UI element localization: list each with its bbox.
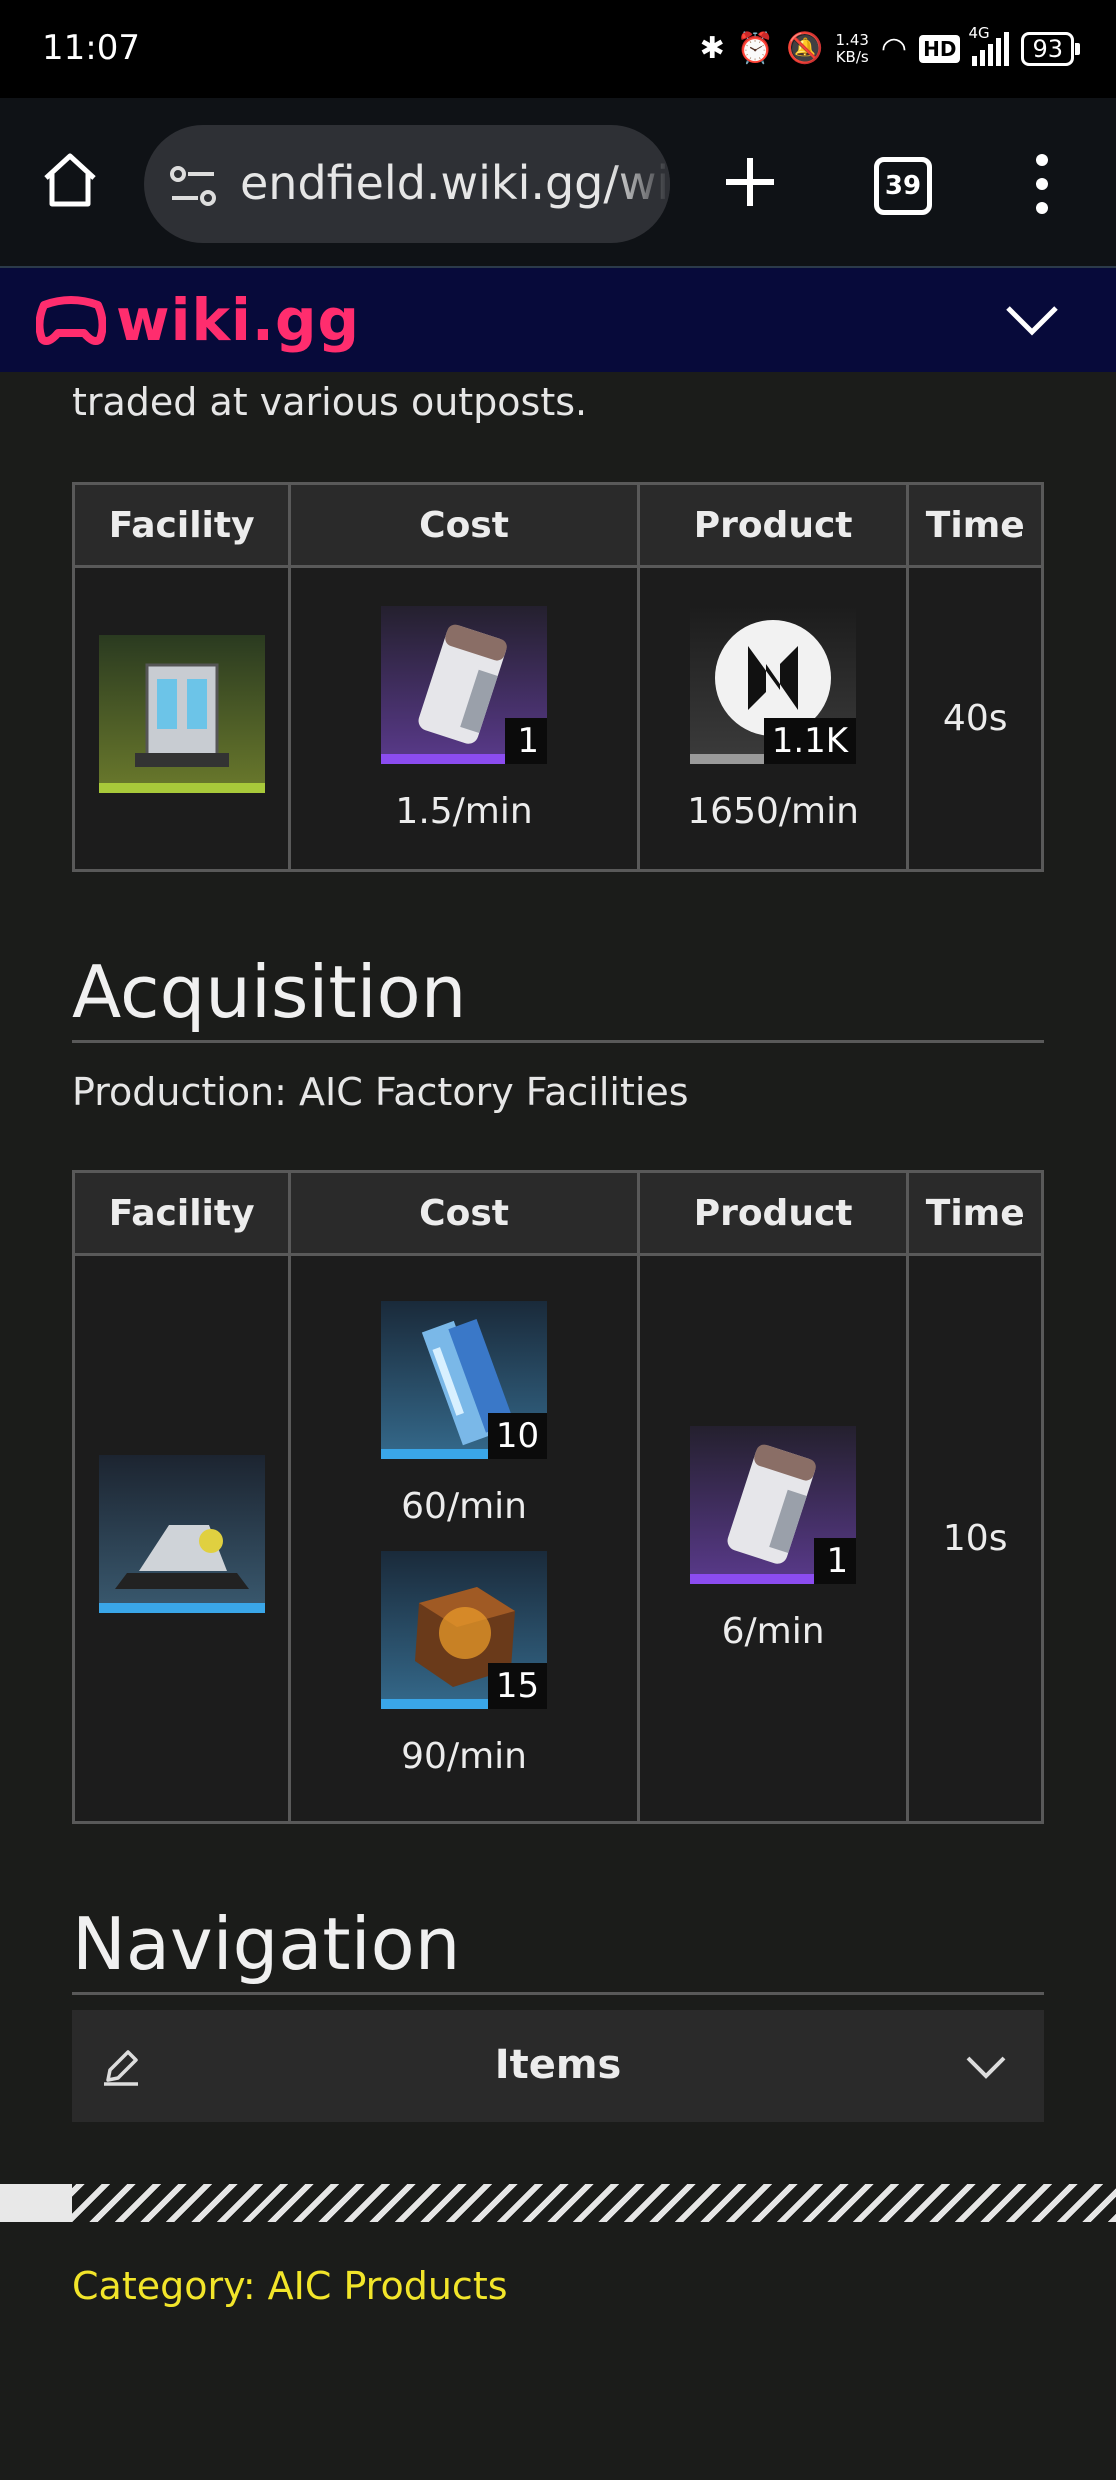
wiki-wordmark: wiki.gg: [116, 286, 360, 354]
bluetooth-icon: ✱: [699, 31, 725, 66]
url-text: endfield.wiki.gg/wiki: [240, 156, 670, 210]
acquisition-subline: Production: AIC Factory Facilities: [72, 1070, 689, 1114]
footer-stripe-block: [0, 2184, 72, 2222]
status-icons: ✱ ⏰ 🔕 1.43 KB/s ◠ HD 4G 93: [699, 24, 1080, 72]
time-cell: 40s: [906, 565, 1044, 872]
header-product: Product: [636, 1170, 910, 1256]
chevron-down-icon[interactable]: [964, 2054, 1008, 2082]
intro-text: traded at various outposts.: [72, 380, 588, 424]
table-header-row: Facility Cost Product Time: [71, 1170, 1044, 1256]
header-time: Time: [906, 1170, 1044, 1256]
product-cell: 1.1K 1650/min: [636, 565, 910, 872]
cost-item-icon-1[interactable]: 10: [381, 1300, 548, 1459]
browser-toolbar: endfield.wiki.gg/wiki 39: [0, 98, 1116, 268]
header-cost: Cost: [288, 482, 640, 568]
more-menu-icon[interactable]: [1030, 152, 1054, 216]
site-settings-icon[interactable]: [168, 163, 220, 209]
product-item-icon[interactable]: 1.1K: [690, 605, 857, 764]
facility-icon[interactable]: [98, 635, 265, 793]
cost1-rate: 60/min: [401, 1485, 527, 1527]
cost-cell: 10 60/min 15 90/min: [288, 1253, 640, 1824]
time-cell: 10s: [906, 1253, 1044, 1824]
header-cost: Cost: [288, 1170, 640, 1256]
category-link[interactable]: AIC Products: [268, 2264, 508, 2308]
cost-rate: 1.5/min: [395, 790, 533, 832]
header-facility: Facility: [71, 482, 292, 568]
footer-stripe-divider: [0, 2184, 1116, 2222]
wiki-header: wiki.gg: [0, 268, 1116, 372]
facility-cell: [71, 565, 292, 872]
table-row: 1 1.5/min 1.1K 1650/min 40s: [71, 565, 1044, 872]
acquisition-heading: Acquisition: [72, 950, 1044, 1043]
address-bar[interactable]: endfield.wiki.gg/wiki: [144, 125, 670, 243]
alarm-icon: ⏰: [736, 31, 775, 66]
cost-item-icon-2[interactable]: 15: [381, 1550, 548, 1709]
facility-cell: [71, 1253, 292, 1824]
chevron-down-icon[interactable]: [1004, 302, 1060, 338]
product-rate: 6/min: [721, 1610, 825, 1652]
wiki-logo[interactable]: wiki.gg: [36, 286, 360, 354]
hd-badge: HD: [919, 35, 961, 63]
navbox-title: Items: [494, 2042, 622, 2088]
header-facility: Facility: [71, 1170, 292, 1256]
mute-icon: 🔕: [786, 31, 824, 66]
cost1-quantity: 10: [487, 1412, 548, 1459]
signal-icon: 4G: [968, 24, 1010, 66]
table-row: 10 60/min 15 90/min 1 6/min 10s: [71, 1253, 1044, 1824]
table-header-row: Facility Cost Product Time: [71, 482, 1044, 568]
category-line: Category: AIC Products: [72, 2264, 508, 2308]
tab-switcher-button[interactable]: 39: [874, 157, 932, 215]
wifi-icon: ◠: [880, 31, 908, 66]
cost2-quantity: 15: [487, 1662, 548, 1709]
status-bar: 11:07 ✱ ⏰ 🔕 1.43 KB/s ◠ HD 4G 93: [0, 0, 1116, 98]
product-rate: 1650/min: [687, 790, 859, 832]
navigation-heading: Navigation: [72, 1902, 1044, 1995]
controller-logo-icon: [36, 296, 106, 345]
status-time: 11:07: [42, 28, 140, 68]
home-icon[interactable]: [40, 150, 100, 210]
cost-cell: 1 1.5/min: [288, 565, 640, 872]
net-speed: 1.43 KB/s: [835, 31, 869, 66]
battery-icon: 93: [1021, 32, 1080, 66]
product-quantity: 1: [814, 1537, 857, 1584]
cost2-rate: 90/min: [401, 1735, 527, 1777]
facility-icon[interactable]: [98, 1455, 265, 1613]
product-item-icon[interactable]: 1: [690, 1425, 857, 1584]
network-type: 4G: [968, 24, 990, 42]
cost-item-icon[interactable]: 1: [381, 605, 548, 764]
cost-quantity: 1: [505, 717, 548, 764]
header-product: Product: [636, 482, 910, 568]
usage-table: Facility Cost Product Time 1 1.5/min 1.1…: [71, 482, 1044, 872]
navbox-items[interactable]: Items: [72, 2010, 1044, 2122]
header-time: Time: [906, 482, 1044, 568]
product-cell: 1 6/min: [636, 1253, 910, 1824]
category-label: Category:: [72, 2264, 256, 2308]
acquisition-table: Facility Cost Product Time 10 60/min 15 …: [71, 1170, 1044, 1824]
new-tab-icon[interactable]: [718, 150, 782, 214]
product-quantity: 1.1K: [763, 717, 857, 764]
